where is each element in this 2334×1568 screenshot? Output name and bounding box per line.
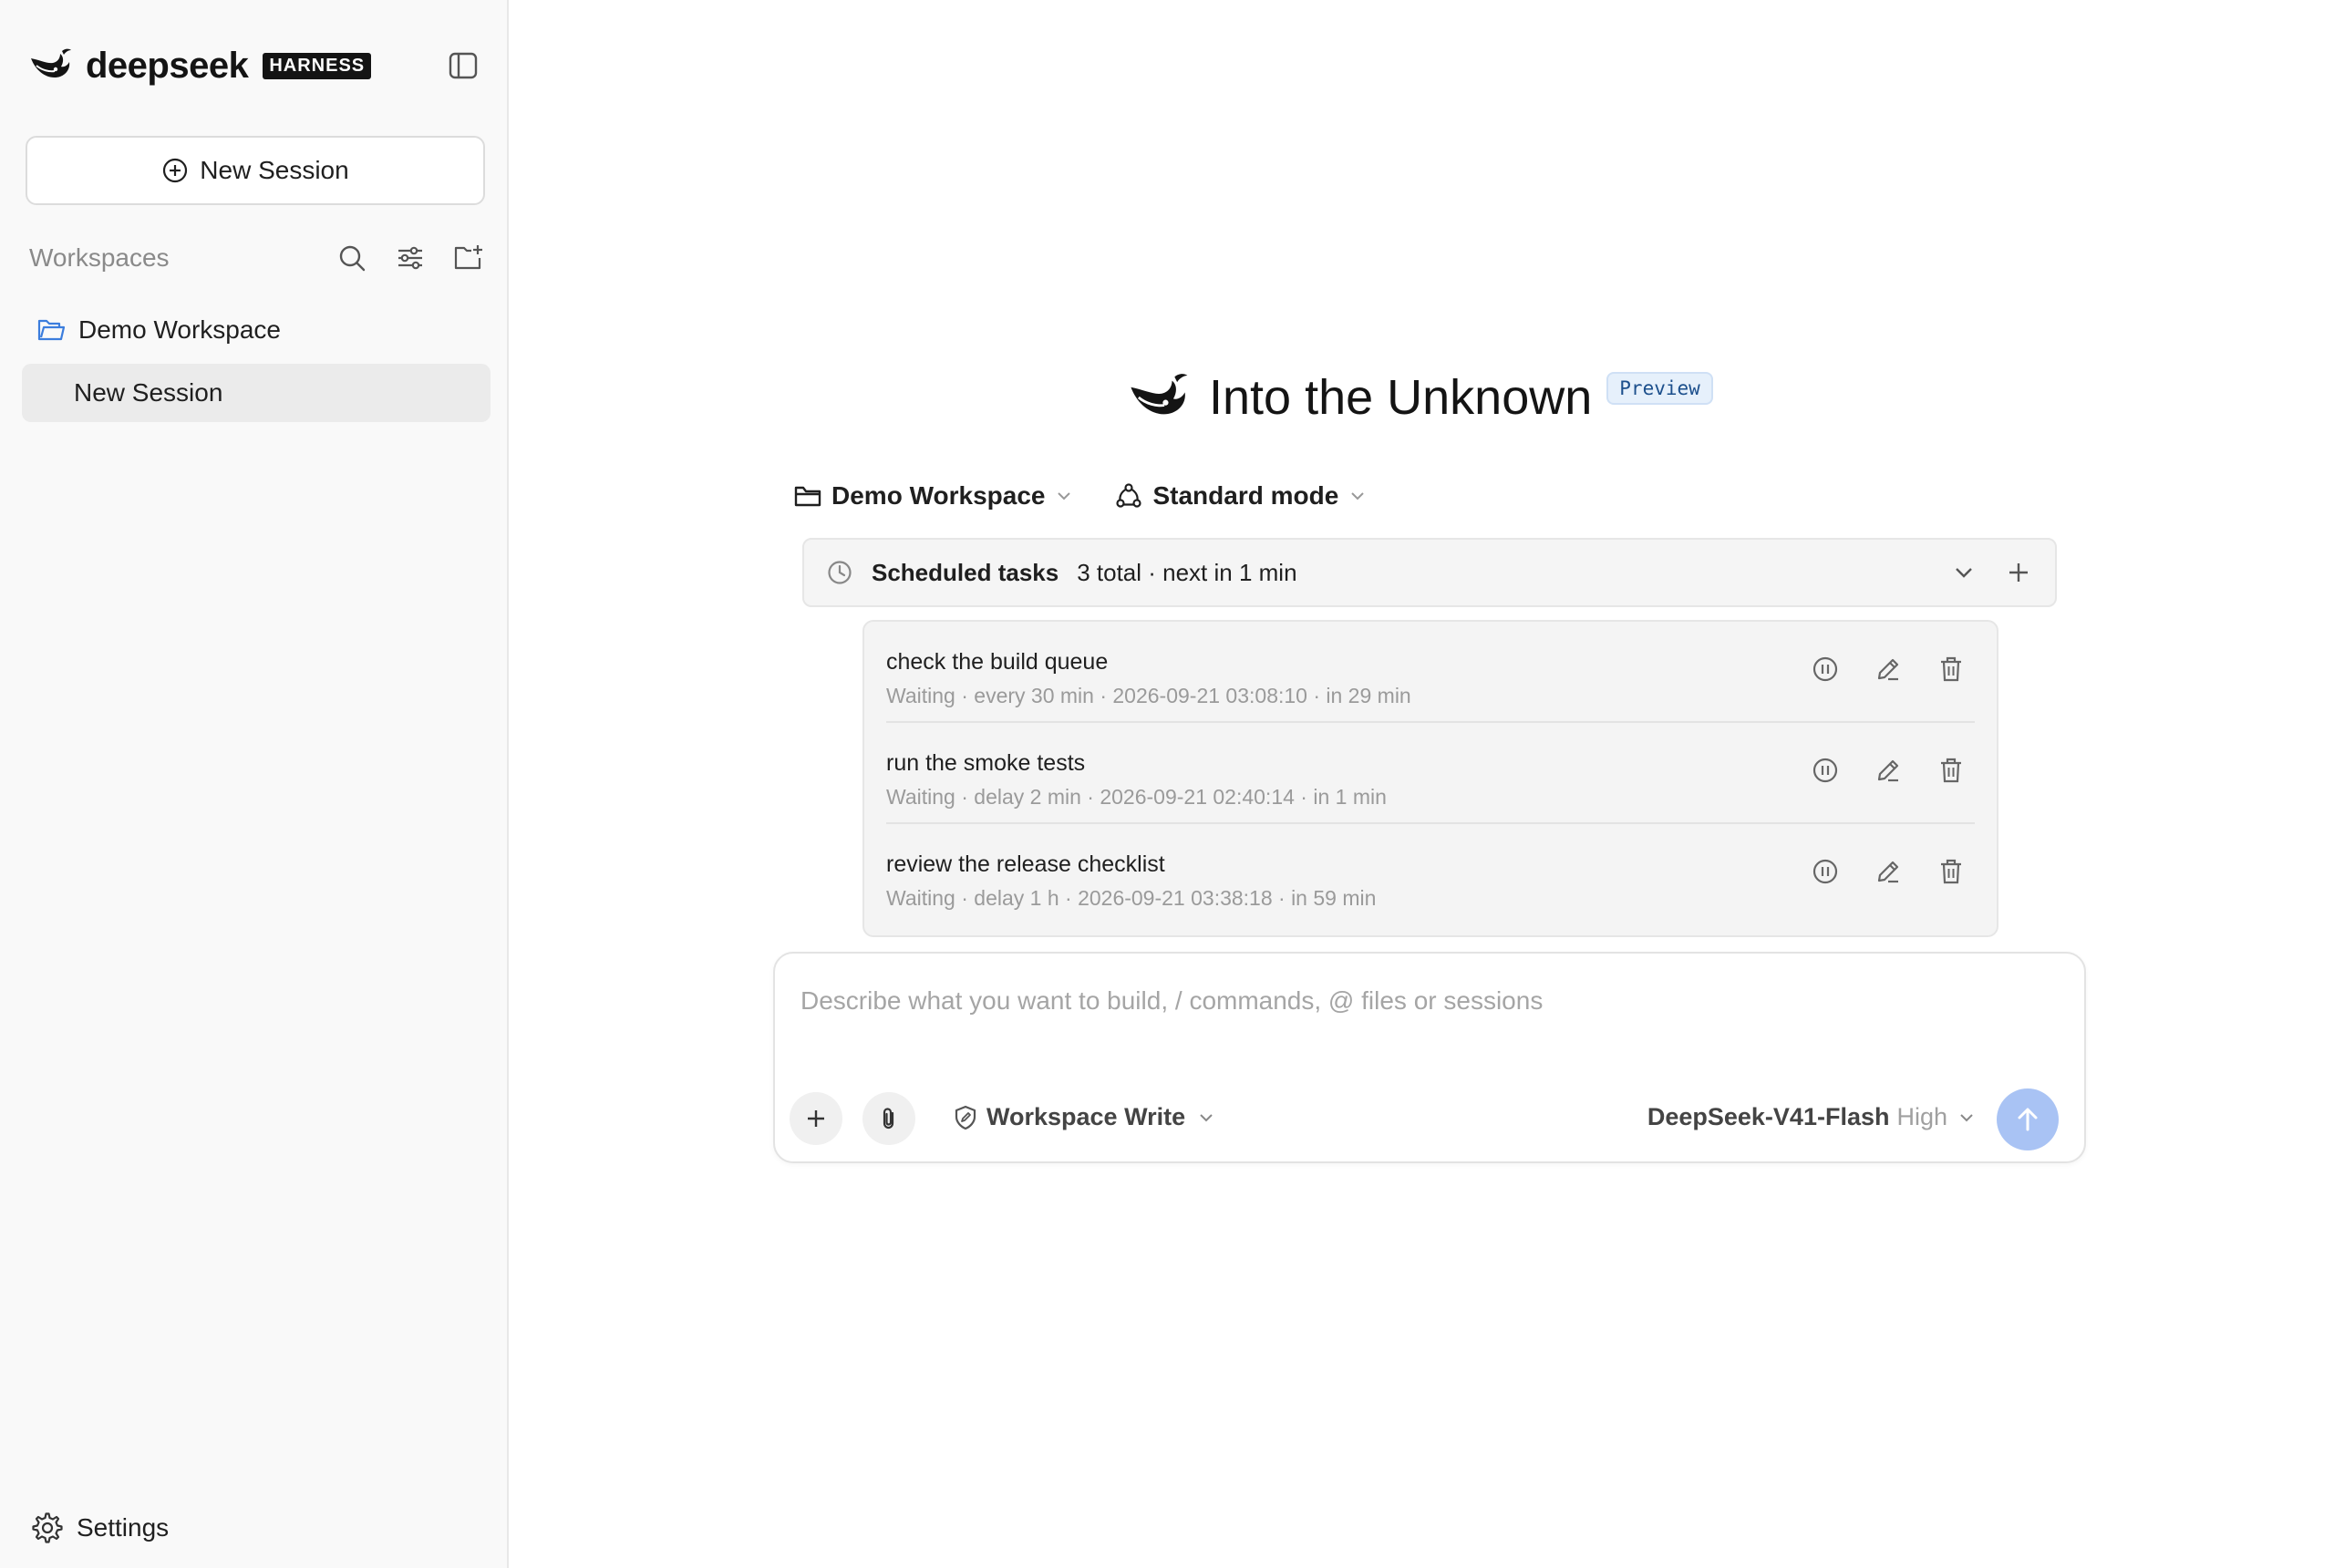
trash-icon[interactable] bbox=[1935, 653, 1967, 686]
session-label: New Session bbox=[74, 378, 223, 407]
prompt-composer: Workspace Write DeepSeek-V41-Flash High bbox=[773, 952, 2086, 1163]
workspace-name: Demo Workspace bbox=[78, 315, 282, 344]
page-title: Into the Unknown bbox=[1209, 370, 1593, 425]
shield-edit-icon bbox=[955, 1105, 976, 1130]
edit-pencil-icon[interactable] bbox=[1872, 754, 1905, 787]
mode-nodes-icon bbox=[1116, 483, 1142, 508]
add-task-icon[interactable] bbox=[2002, 556, 2035, 589]
task-actions bbox=[1779, 653, 1967, 686]
task-name: review the release checklist bbox=[886, 851, 1165, 877]
workspaces-header: Workspaces bbox=[29, 240, 485, 276]
new-folder-icon[interactable] bbox=[452, 242, 485, 274]
sidebar-toggle-icon[interactable] bbox=[447, 49, 480, 82]
send-button[interactable] bbox=[1997, 1088, 2059, 1150]
task-row: run the smoke tests Waiting · delay 2 mi… bbox=[886, 723, 1975, 824]
workspace-selector-label: Demo Workspace bbox=[831, 481, 1046, 510]
folder-open-icon bbox=[37, 319, 66, 341]
clock-icon bbox=[828, 561, 852, 584]
edit-pencil-icon[interactable] bbox=[1872, 653, 1905, 686]
scheduled-tasks-actions bbox=[1926, 556, 2035, 589]
model-selector[interactable]: DeepSeek-V41-Flash High bbox=[1647, 1103, 1977, 1131]
trash-icon[interactable] bbox=[1935, 754, 1967, 787]
workspace-item-demo[interactable]: Demo Workspace bbox=[36, 312, 281, 348]
task-row: check the build queue Waiting · every 30… bbox=[886, 622, 1975, 723]
mode-selector-label: Standard mode bbox=[1152, 481, 1339, 510]
model-name: DeepSeek-V41-Flash bbox=[1647, 1103, 1890, 1130]
brand-badge: HARNESS bbox=[263, 52, 372, 79]
attach-button[interactable] bbox=[862, 1092, 915, 1145]
pause-icon[interactable] bbox=[1809, 653, 1842, 686]
chevron-down-icon bbox=[1058, 492, 1071, 500]
context-selectors: Demo Workspace Standard mode bbox=[793, 478, 1368, 514]
permission-label: Workspace Write bbox=[986, 1103, 1186, 1130]
preview-badge: Preview bbox=[1606, 372, 1713, 405]
deepseek-whale-icon bbox=[31, 48, 71, 78]
prompt-input[interactable] bbox=[799, 977, 2060, 1025]
settings-label: Settings bbox=[77, 1513, 170, 1542]
task-row: review the release checklist Waiting · d… bbox=[886, 824, 1975, 923]
folder-icon bbox=[794, 486, 821, 507]
filter-sliders-icon[interactable] bbox=[394, 242, 427, 274]
edit-pencil-icon[interactable] bbox=[1872, 855, 1905, 888]
chevron-down-icon bbox=[1351, 492, 1364, 500]
trash-icon[interactable] bbox=[1935, 855, 1967, 888]
reasoning-level: High bbox=[1896, 1103, 1947, 1130]
task-meta: Waiting · delay 2 min · 2026-09-21 02:40… bbox=[886, 785, 1387, 809]
hero-header: Into the Unknown Preview bbox=[1125, 365, 1713, 430]
new-session-button[interactable]: New Session bbox=[26, 136, 485, 205]
new-session-label: New Session bbox=[200, 156, 349, 184]
settings-button[interactable]: Settings bbox=[31, 1511, 169, 1544]
task-meta: Waiting · delay 1 h · 2026-09-21 03:38:1… bbox=[886, 886, 1377, 910]
session-item-new-session[interactable]: New Session bbox=[22, 364, 491, 422]
permission-selector[interactable]: Workspace Write bbox=[952, 1103, 1216, 1131]
chevron-down-icon bbox=[1960, 1113, 1973, 1121]
task-name: run the smoke tests bbox=[886, 750, 1086, 776]
chevron-down-icon bbox=[1200, 1113, 1213, 1121]
brand-logo: deepseek HARNESS bbox=[27, 45, 372, 86]
arrow-up-icon bbox=[2018, 1108, 2038, 1131]
task-meta: Waiting · every 30 min · 2026-09-21 03:0… bbox=[886, 684, 1411, 707]
plus-icon bbox=[808, 1110, 824, 1127]
scheduled-task-list: check the build queue Waiting · every 30… bbox=[862, 620, 1998, 937]
workspace-selector[interactable]: Demo Workspace bbox=[793, 481, 1074, 511]
scheduled-tasks-bar[interactable]: Scheduled tasks 3 total · next in 1 min bbox=[802, 538, 2057, 607]
add-context-button[interactable] bbox=[790, 1092, 842, 1145]
workspaces-title: Workspaces bbox=[29, 243, 170, 272]
task-actions bbox=[1779, 754, 1967, 787]
task-name: check the build queue bbox=[886, 649, 1109, 675]
mode-selector[interactable]: Standard mode bbox=[1114, 481, 1368, 511]
deepseek-whale-icon bbox=[1131, 374, 1188, 415]
task-actions bbox=[1779, 855, 1967, 888]
pause-icon[interactable] bbox=[1809, 855, 1842, 888]
scheduled-tasks-summary: 3 total · next in 1 min bbox=[1077, 558, 1297, 586]
scheduled-tasks-title: Scheduled tasks bbox=[872, 558, 1059, 586]
chevron-down-icon[interactable] bbox=[1947, 556, 1980, 589]
plus-circle-icon bbox=[163, 158, 188, 183]
gear-icon bbox=[32, 1512, 63, 1543]
brand-name: deepseek bbox=[86, 45, 249, 86]
pause-icon[interactable] bbox=[1809, 754, 1842, 787]
sidebar: deepseek HARNESS New Session Workspaces bbox=[0, 0, 509, 1568]
search-icon[interactable] bbox=[336, 242, 368, 274]
paperclip-icon bbox=[883, 1108, 894, 1130]
